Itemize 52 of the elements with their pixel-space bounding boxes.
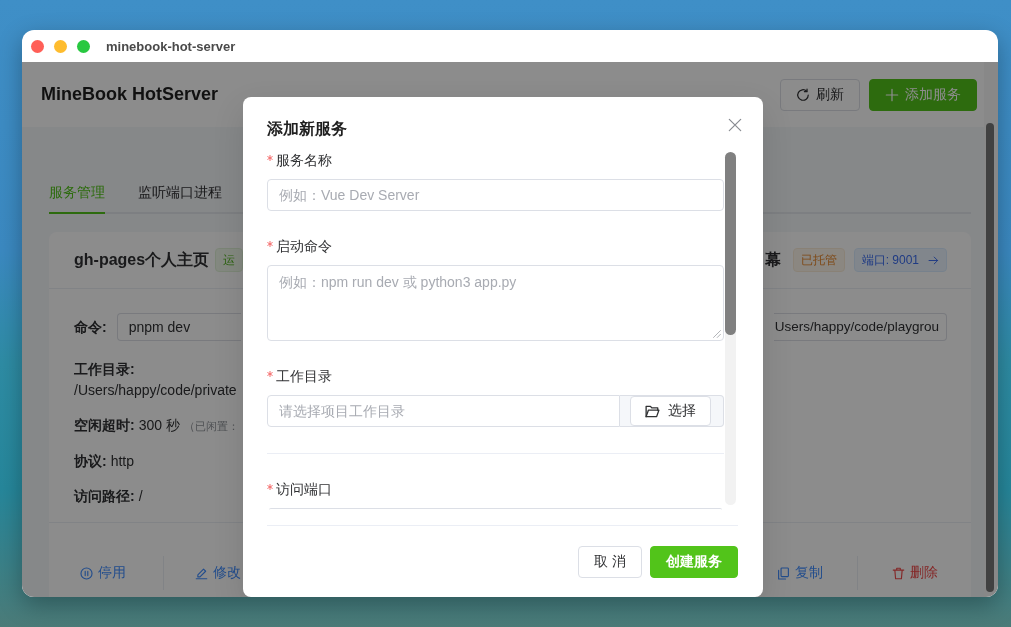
- refresh-icon: [796, 87, 810, 102]
- detail-value: http: [110, 453, 135, 469]
- command-label: 命令:: [74, 318, 107, 337]
- field-label: 工作目录: [276, 368, 332, 386]
- text-field[interactable]: 请选择项目工作目录: [267, 395, 620, 427]
- service-name: gh-pages个人主页: [74, 249, 210, 270]
- text-field[interactable]: 例如：Vue Dev Server: [267, 179, 724, 211]
- field-label: 启动命令: [276, 238, 332, 256]
- refresh-button[interactable]: 刷新: [780, 78, 860, 111]
- create-service-button[interactable]: 创建服务: [650, 546, 738, 578]
- text-area[interactable]: 例如：npm run dev 或 python3 app.py: [267, 265, 724, 341]
- detail-value: /Users/happy/code/private: [74, 381, 237, 400]
- field-label: 服务名称: [276, 152, 332, 170]
- plus-icon: [885, 87, 899, 102]
- add-service-button[interactable]: 添加服务: [869, 78, 977, 111]
- managed-label: 已托管: [792, 248, 845, 272]
- command-field: pnpm dev: [116, 313, 241, 341]
- window-title: minebook-hot-server: [106, 38, 236, 54]
- dialog-title: 添加新服务: [267, 119, 347, 139]
- scrollbar-thumb[interactable]: [725, 152, 736, 335]
- pause-icon: [80, 566, 93, 580]
- delete-button[interactable]: 删除: [891, 562, 938, 584]
- resize-handle-icon[interactable]: [713, 330, 721, 338]
- service-name: 幕: [764, 249, 781, 270]
- arrow-right-icon: [928, 254, 939, 266]
- edit-button[interactable]: 修改: [195, 562, 241, 584]
- detail-label: 访问路径:: [74, 488, 135, 504]
- tab[interactable]: 服务管理: [49, 174, 105, 214]
- detail-value: /: [138, 488, 143, 504]
- window-zoom-button[interactable]: [77, 39, 90, 53]
- scrollbar-thumb[interactable]: [986, 123, 994, 592]
- detail-value: 300 秒: [138, 417, 180, 433]
- choose-button[interactable]: 选择: [630, 396, 711, 426]
- detail-label: 工作目录:: [74, 360, 135, 379]
- field-label: 访问端口: [276, 481, 332, 499]
- port-link[interactable]: 端口: 9001: [853, 248, 947, 272]
- window-minimize-button[interactable]: [54, 39, 67, 53]
- window-close-button[interactable]: [31, 39, 44, 53]
- pencil-icon: [195, 566, 208, 580]
- status-label: 运: [215, 248, 244, 272]
- folder-icon: [645, 403, 660, 419]
- cancel-button[interactable]: 取 消: [578, 546, 642, 578]
- tab[interactable]: 监听端口进程: [138, 174, 222, 214]
- detail-label: 空闲超时:: [74, 417, 135, 433]
- copy-icon: [777, 566, 790, 580]
- close-icon[interactable]: [728, 118, 742, 132]
- trash-icon: [891, 566, 905, 580]
- pause-button[interactable]: 停用: [80, 562, 126, 584]
- copy-button[interactable]: 复制: [777, 562, 823, 584]
- detail-label: 协议:: [74, 453, 107, 469]
- command-field: Users/happy/code/playgrou: [773, 313, 947, 341]
- app-title: MineBook HotServer: [41, 84, 219, 105]
